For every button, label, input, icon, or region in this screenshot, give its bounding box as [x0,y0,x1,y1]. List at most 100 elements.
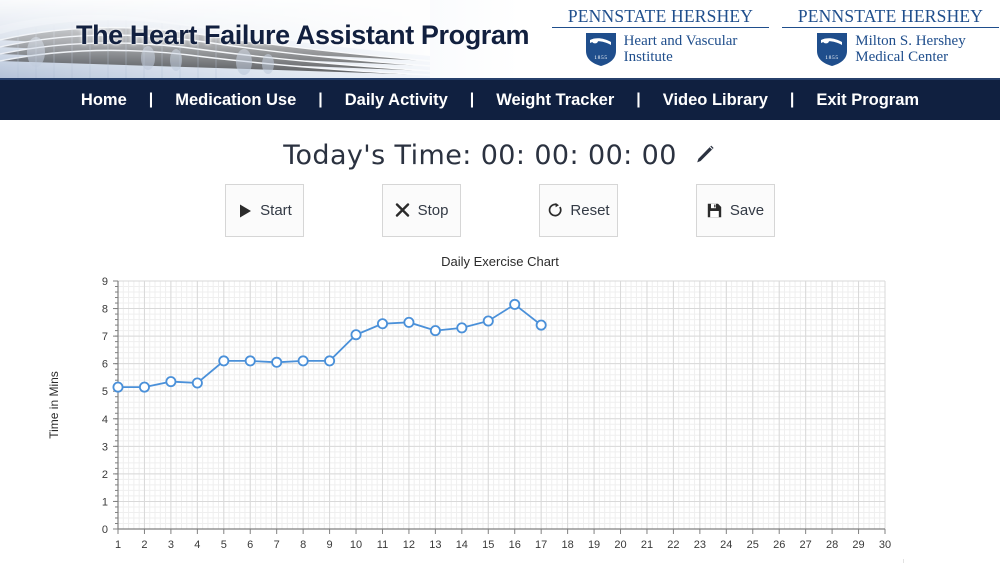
pencil-icon[interactable] [691,142,717,168]
floppy-disk-icon [707,203,723,219]
play-icon [237,203,253,219]
chart-y-tick-label: 0 [102,524,108,536]
logo-line-2: Medical Center [855,49,949,65]
chart-x-tick-label: 2 [141,539,147,551]
logo-milton-s-hershey-medical-center: PENNSTATE HERSHEY 1855 Milton S. Hershey… [778,7,1000,69]
chart-data-point[interactable] [403,316,415,328]
save-button-label: Save [729,202,765,219]
nav-item-video-library[interactable]: Video Library [641,91,790,110]
chart-y-tick-label: 2 [102,469,108,481]
chart-data-point[interactable] [138,381,150,393]
chart-x-tick-label: 15 [482,539,494,551]
chart-x-tick-label: 27 [800,539,812,551]
page-scroll-indicator[interactable] [903,559,904,563]
chart-x-tick-label: 28 [826,539,838,551]
chart-y-tick-label: 1 [102,496,108,508]
chart-grid-major [117,280,886,530]
chart-x-tick-label: 19 [588,539,600,551]
chart-data-point[interactable] [429,325,441,337]
chart-y-tick-labels: 0 1 2 3 4 5 6 7 8 9 [102,276,108,536]
chart-data-point[interactable] [271,356,283,368]
todays-time-display: Today's Time: 00: 00: 00: 00 [283,139,677,171]
logo-divider-rule [552,27,769,28]
start-button-label: Start [260,202,292,219]
chart-x-tick-label: 30 [879,539,891,551]
logo-heart-and-vascular-institute: PENNSTATE HERSHEY 1855 Heart and Vascula… [548,7,773,69]
chart-y-tick-label: 6 [102,359,108,371]
chart-data-point[interactable] [324,355,336,367]
chart-x-tick-label: 8 [300,539,306,551]
chart-data-point[interactable] [482,315,494,327]
chart-y-tick-label: 4 [102,414,108,426]
penn-state-shield-icon: 1855 [585,33,616,66]
chart-x-tick-label: 16 [509,539,521,551]
logo-line-1: Milton S. Hershey [855,33,966,49]
chart-x-tick-label: 26 [773,539,785,551]
logo-wordmark-pennstate-hershey: PENNSTATE HERSHEY [797,6,984,26]
chart-data-point[interactable] [218,355,230,367]
chart-x-tick-label: 22 [667,539,679,551]
logo-line-1: Heart and Vascular [623,33,738,49]
chart-x-tick-label: 11 [377,539,388,551]
start-button[interactable]: Start [225,184,304,237]
chart-x-tick-label: 12 [403,539,415,551]
chart-x-tick-label: 10 [350,539,362,551]
chart-y-tick-label: 5 [102,386,108,398]
chart-x-tick-labels: 1 2 3 4 5 6 7 8 9 10 11 12 13 14 15 16 17 18 19 20 21 22 23 24 2… [115,539,891,551]
chart-data-point[interactable] [535,319,547,331]
chart-data-point[interactable] [244,355,256,367]
chart-data-point[interactable] [350,329,362,341]
chart-x-tick-label: 23 [694,539,706,551]
chart-x-tick-label: 18 [561,539,573,551]
stop-button[interactable]: Stop [382,184,461,237]
refresh-icon [547,202,563,219]
nav-item-home[interactable]: Home [59,91,149,110]
nav-item-exit-program[interactable]: Exit Program [794,91,941,110]
chart-y-tick-label: 9 [102,276,108,288]
chart-grid-minor [117,280,886,530]
chart-x-tick-label: 14 [456,539,468,551]
chart-x-tick-label: 13 [429,539,441,551]
chart-x-tick-label: 20 [614,539,626,551]
chart-x-tick-label: 7 [274,539,280,551]
nav-item-weight-tracker[interactable]: Weight Tracker [474,91,636,110]
chart-canvas: 0123456789 1 2 3 4 5 6 7 8 9 10 11 12 13 14 15 16 17 18 19… [47,276,891,563]
main-navigation-bar: Home | Medication Use | Daily Activity |… [0,78,1000,120]
chart-x-tick-label: 25 [747,539,759,551]
chart-data-point[interactable] [165,376,177,388]
chart-data-point[interactable] [191,377,203,389]
todays-time-row: Today's Time: 00: 00: 00: 00 [0,137,1000,173]
nav-item-daily-activity[interactable]: Daily Activity [323,91,470,110]
reset-button-label: Reset [570,202,610,219]
chart-x-tick-label: 29 [852,539,864,551]
stop-button-label: Stop [417,202,449,219]
save-button[interactable]: Save [696,184,775,237]
svg-text:1855: 1855 [594,55,607,61]
chart-x-tick-label: 21 [641,539,653,551]
timer-controls: Start Stop Reset Save [0,184,1000,237]
logo-line-2: Institute [623,49,673,65]
chart-data-point[interactable] [376,318,388,330]
logo-divider-rule [782,27,999,28]
chart-data-point[interactable] [456,322,468,334]
daily-exercise-chart: 0123456789 1 2 3 4 5 6 7 8 9 10 11 12 13 14 15 16 17 18 19… [0,273,1000,563]
nav-item-medication-use[interactable]: Medication Use [153,91,318,110]
chart-data-point[interactable] [112,381,124,393]
chart-x-tick-label: 3 [168,539,174,551]
chart-data-point[interactable] [509,298,521,310]
chart-x-tick-label: 1 [115,539,121,551]
reset-button[interactable]: Reset [539,184,618,237]
logo-wordmark-pennstate-hershey: PENNSTATE HERSHEY [567,6,754,26]
chart-data-point[interactable] [297,355,309,367]
chart-y-tick-label: 3 [102,441,108,453]
penn-state-shield-icon: 1855 [817,33,848,66]
chart-x-tick-label: 4 [194,539,200,551]
program-title: The Heart Failure Assistant Program [76,20,530,50]
chart-y-tick-label: 7 [102,331,108,343]
page-header-banner: The Heart Failure Assistant Program PENN… [0,0,1000,78]
chart-x-tick-label: 24 [720,539,732,551]
chart-y-axis-label: Time in Mins [47,371,61,439]
close-x-icon [395,203,411,219]
chart-x-tick-label: 9 [327,539,333,551]
chart-axes [117,281,885,530]
